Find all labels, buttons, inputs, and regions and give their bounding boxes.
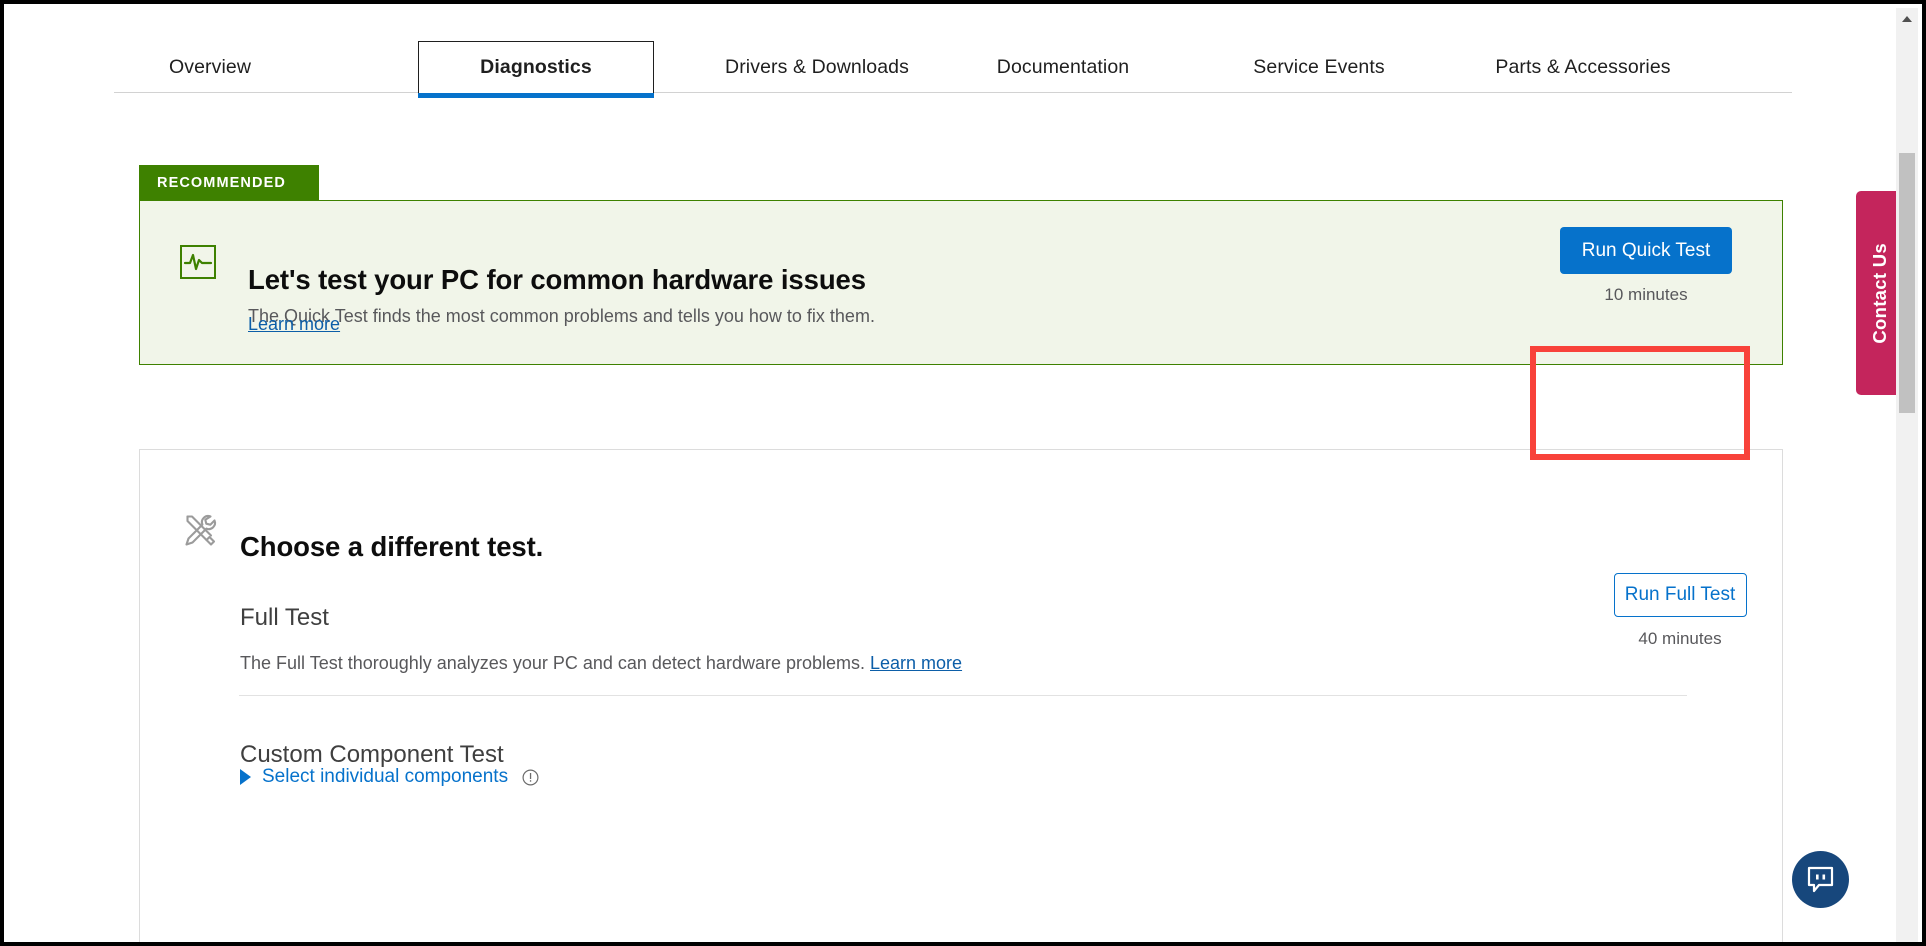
full-test-description-text: The Full Test thoroughly analyzes your P… <box>240 653 870 673</box>
full-test-learn-more-link[interactable]: Learn more <box>870 653 962 673</box>
tab-drivers-downloads-label: Drivers & Downloads <box>725 55 909 78</box>
scroll-up-button[interactable] <box>1896 8 1918 30</box>
choose-different-test-card: Choose a different test. Full Test The F… <box>139 449 1783 942</box>
caret-up-icon <box>1902 16 1912 22</box>
tab-parts-accessories-label: Parts & Accessories <box>1495 55 1671 78</box>
tab-overview-label: Overview <box>168 55 252 78</box>
product-tab-navigation: Overview Diagnostics Drivers & Downloads… <box>8 8 1904 98</box>
tab-documentation[interactable]: Documentation <box>968 41 1158 93</box>
tab-service-events[interactable]: Service Events <box>1226 41 1412 93</box>
pulse-monitor-icon <box>180 245 216 279</box>
full-test-description: The Full Test thoroughly analyzes your P… <box>240 653 962 674</box>
run-full-test-button[interactable]: Run Full Test <box>1613 573 1747 617</box>
tab-documentation-label: Documentation <box>996 55 1130 78</box>
tab-drivers-downloads[interactable]: Drivers & Downloads <box>698 41 936 93</box>
custom-component-test-name: Custom Component Test <box>240 741 504 768</box>
full-test-duration: 40 minutes <box>1638 629 1722 648</box>
quick-test-title: Let's test your PC for common hardware i… <box>248 263 866 295</box>
section-divider <box>239 695 1687 696</box>
quick-test-card: Let's test your PC for common hardware i… <box>139 200 1783 365</box>
quick-test-action-group: Run Quick Test 10 minutes <box>1540 227 1752 305</box>
quick-test-learn-more-link[interactable]: Learn more <box>248 314 340 335</box>
scrollbar-thumb[interactable] <box>1899 153 1915 413</box>
info-circle-icon[interactable] <box>522 768 539 786</box>
full-test-name: Full Test <box>240 604 329 631</box>
tab-parts-accessories[interactable]: Parts & Accessories <box>1468 41 1698 93</box>
select-individual-components-label: Select individual components <box>262 766 509 787</box>
full-test-action-group: Run Full Test 40 minutes <box>1580 573 1780 649</box>
chat-bubble-icon[interactable] <box>1792 851 1849 908</box>
tab-overview[interactable]: Overview <box>114 41 306 93</box>
quick-test-description: The Quick Test finds the most common pro… <box>248 306 875 326</box>
tab-diagnostics-label: Diagnostics <box>480 56 592 78</box>
tools-icon <box>179 510 221 552</box>
run-quick-test-button[interactable]: Run Quick Test <box>1560 227 1732 274</box>
recommended-badge-label: RECOMMENDED <box>157 175 286 191</box>
tab-diagnostics[interactable]: Diagnostics <box>418 41 654 98</box>
vertical-scrollbar[interactable] <box>1896 8 1918 942</box>
browser-frame: Overview Diagnostics Drivers & Downloads… <box>0 0 1926 946</box>
tab-service-events-label: Service Events <box>1253 55 1385 78</box>
select-individual-components-row[interactable]: Select individual components <box>240 766 539 788</box>
contact-us-label: Contact Us <box>1869 242 1890 344</box>
page-viewport: Overview Diagnostics Drivers & Downloads… <box>8 8 1904 942</box>
choose-different-test-heading: Choose a different test. <box>240 530 544 562</box>
recommended-badge: RECOMMENDED <box>139 165 319 201</box>
chevron-right-icon <box>240 769 251 785</box>
quick-test-duration: 10 minutes <box>1604 285 1688 304</box>
